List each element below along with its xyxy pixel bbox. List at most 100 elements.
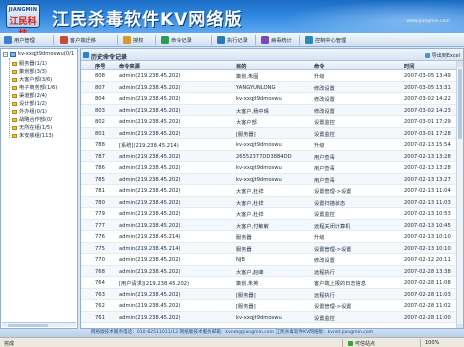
cell-source: admin(219.238.45.202)	[119, 165, 181, 171]
table-row[interactable]: 801 admin(219.238.45.202) [服务器] 设置监控 2007-03…	[81, 127, 457, 139]
scroll-up-icon[interactable]	[457, 61, 463, 67]
table-row[interactable]: 776 admin(219.238.45.214) 服务器 升级 2007-02-13 …	[81, 231, 457, 243]
table-vertical-scrollbar[interactable]	[456, 61, 463, 328]
tree-item-channels[interactable]: 渠道部(2/4)	[12, 92, 47, 99]
logo-chinese: 江民科技	[9, 17, 37, 33]
cell-target: 策划,朱固	[236, 74, 259, 80]
scroll-thumb[interactable]	[8, 324, 48, 327]
cell-source: admin(219.238.45.202)	[119, 96, 181, 102]
col-header-time[interactable]: 时间	[404, 63, 414, 70]
table-row[interactable]: 786 admin(219.238.45.202) kv-xxqjt9dmoswu 用…	[81, 162, 457, 174]
table-header: 序号 命令来源 目的 命令 时间	[81, 61, 457, 70]
cell-command: 客户端上报的日志信息	[314, 281, 366, 287]
tree-item-label: 设计部(1/2)	[19, 101, 47, 107]
tree-item-label: 渠道部(2/4)	[19, 93, 47, 99]
cell-id: 780	[95, 199, 105, 206]
tree-item-strategic[interactable]: 战略合作部(0/	[12, 116, 52, 123]
table-row[interactable]: 770 admin(219.238.45.202) NJB 修改设置 2007-02-1…	[81, 254, 457, 266]
scroll-thumb[interactable]	[458, 69, 462, 139]
status-text: 完成	[4, 341, 15, 347]
cell-id: 763	[95, 291, 105, 298]
col-header-id[interactable]: 序号	[95, 63, 105, 70]
tree-item-planning[interactable]: 策划部(3/3)	[12, 68, 47, 75]
table-row[interactable]: 787 admin(219.238.45.202) 26552377DD3884DD…	[81, 150, 457, 162]
tree-item-no-group[interactable]: 无所在组(1/5)	[12, 124, 52, 131]
table-row[interactable]: 764 [用户请求](219.238.45.202) 策划,朱英 客户端上报的日志信息…	[81, 277, 457, 289]
cell-command: 设置管理->设置	[314, 304, 352, 310]
cell-id: 764	[95, 280, 105, 286]
toolbar-divider	[117, 35, 118, 45]
tree-item-label: 无所在组(1/5)	[19, 125, 53, 131]
folder-icon	[12, 61, 17, 66]
toolbar-divider	[299, 35, 300, 45]
cell-time: 2007-03-05 13:31	[404, 84, 451, 91]
tree-item-design[interactable]: 设计部(1/2)	[12, 100, 47, 107]
cell-id: 761	[95, 314, 105, 321]
cell-target: kv-xxqjt9dmoswu	[236, 142, 282, 148]
toolbar-execution-log-button[interactable]: 执行记录	[217, 35, 248, 45]
table-row[interactable]: 803 admin(219.238.45.202) 大客户,杨中晴 修改设置 2007-…	[81, 104, 457, 116]
table-row[interactable]: 804 admin(219.238.45.202) kv-xxqjt9dmoswu 修…	[81, 93, 457, 105]
table-row[interactable]: 779 admin(219.238.45.202) 大客户,杜祥 设置监控 2007-0…	[81, 208, 457, 220]
table-row[interactable]: 768 admin(219.238.45.202) 大客户,赵峰 远程执行 2007-0…	[81, 265, 457, 277]
cell-command: 设置管理->设置	[314, 246, 352, 253]
col-header-source[interactable]: 命令来源	[119, 63, 140, 70]
toolbar-virus-stats-button[interactable]: 病毒统计	[261, 35, 292, 45]
table-row[interactable]: 808 admin(219.238.45.202) 策划,朱固 升级 2007-03-0…	[81, 70, 457, 82]
tree-connector	[9, 58, 10, 138]
export-excel-button[interactable]: 导出到Excel	[424, 52, 460, 59]
cell-command: 设置监控	[314, 315, 335, 322]
table-row[interactable]: 781 admin(219.238.45.202) 大客户,杜祥 设置管理->设置 20…	[81, 185, 457, 197]
toolbar-divider	[211, 35, 212, 45]
table-row[interactable]: 802 admin(219.238.45.202) 大客户部 设置监控 2007-03-…	[81, 116, 457, 128]
cell-time: 2007-02-28 11:03	[404, 291, 451, 298]
toolbar-license-button[interactable]: 授权	[123, 35, 143, 45]
table-row[interactable]: 775 admin(219.238.45.214) 服务器 设置管理->设置 2007-…	[81, 242, 457, 254]
status-divider	[420, 339, 421, 347]
table-row[interactable]: 788 [系统](219.238.45.214) kv-xxqjt9dmoswu 升级…	[81, 139, 457, 151]
tree-root-label: kv-xxqjt9dmoswu(0/1	[18, 51, 75, 57]
support-footer: 网络版技术服务电话：010-82511011/12 网络版技术服务邮箱：kvne…	[0, 329, 464, 337]
tree-horizontal-scrollbar[interactable]	[2, 322, 76, 327]
table-row[interactable]: 777 admin(219.238.45.202) 大客户,付敏敏 远程关闭计算机 20…	[81, 219, 457, 231]
table-row[interactable]: 785 admin(219.238.45.202) kv-xxqjt9dmoswu 用…	[81, 173, 457, 185]
folder-icon	[12, 85, 17, 90]
cell-id: 808	[95, 73, 105, 79]
toolbar-users-button[interactable]: 用户管理	[4, 35, 35, 45]
col-header-target[interactable]: 目的	[236, 63, 246, 70]
tree-item-label: 战略合作部(0/	[19, 117, 53, 123]
tree-root-node[interactable]: − kv-xxqjt9dmoswu(0/1	[3, 51, 74, 57]
cell-source: admin(219.238.45.202)	[119, 107, 181, 114]
toolbar-control-center-button[interactable]: 控制中心管理	[305, 35, 346, 45]
tree-item-key-accounts[interactable]: 大客户部(3/6)	[12, 76, 52, 83]
cell-time: 2007-02-13 11:03	[404, 199, 451, 206]
virus-stats-icon	[261, 36, 269, 44]
toolbar-command-log-button[interactable]: 命令记录	[161, 35, 192, 45]
migrate-icon	[60, 36, 68, 44]
table-row[interactable]: 761 admin(219.238.45.202) kv-xxqjt9dmoswu 设…	[81, 311, 457, 323]
collapse-icon[interactable]: −	[3, 51, 8, 57]
cell-target: NJB	[236, 257, 245, 263]
cell-time: 2007-03-01 17:29	[404, 119, 451, 125]
cell-id: 779	[95, 211, 105, 217]
cell-id: 762	[95, 303, 105, 309]
table-row[interactable]: 762 admin(219.238.45.202) [服务器] 设置管理->设置 200…	[81, 300, 457, 312]
cell-source: admin(219.238.45.202)	[119, 291, 181, 298]
cell-id: 803	[95, 107, 105, 114]
table-row[interactable]: 807 admin(219.238.45.202) YANGYUNLONG 修改设置 2…	[81, 81, 457, 93]
table-row[interactable]: 763 admin(219.238.45.202) [服务器] 远程执行 2007-02…	[81, 288, 457, 300]
toolbar-migrate-button[interactable]: 客户端迁移	[60, 35, 96, 45]
zoom-level[interactable]: 100%	[425, 340, 439, 346]
cell-id: 807	[95, 84, 105, 91]
cell-command: 用户查毒	[314, 154, 335, 161]
cell-id: 801	[95, 130, 105, 137]
cell-command: 升级	[314, 235, 325, 241]
table-row[interactable]: 780 admin(219.238.45.202) 大客户,杜祥 设置扫描状态 2007…	[81, 196, 457, 208]
tree-item-ecommerce[interactable]: 电子商务部(1/6)	[12, 84, 57, 91]
tree-item-external[interactable]: 外办组(0/1)	[12, 108, 47, 115]
tree-item-server[interactable]: 服务器(1/1)	[12, 60, 47, 67]
col-header-command[interactable]: 命令	[314, 63, 324, 70]
tree-item-not-installed[interactable]: 未安装组(113)	[12, 132, 54, 139]
cell-command: 升级	[314, 74, 325, 80]
cell-id: 785	[95, 176, 105, 183]
